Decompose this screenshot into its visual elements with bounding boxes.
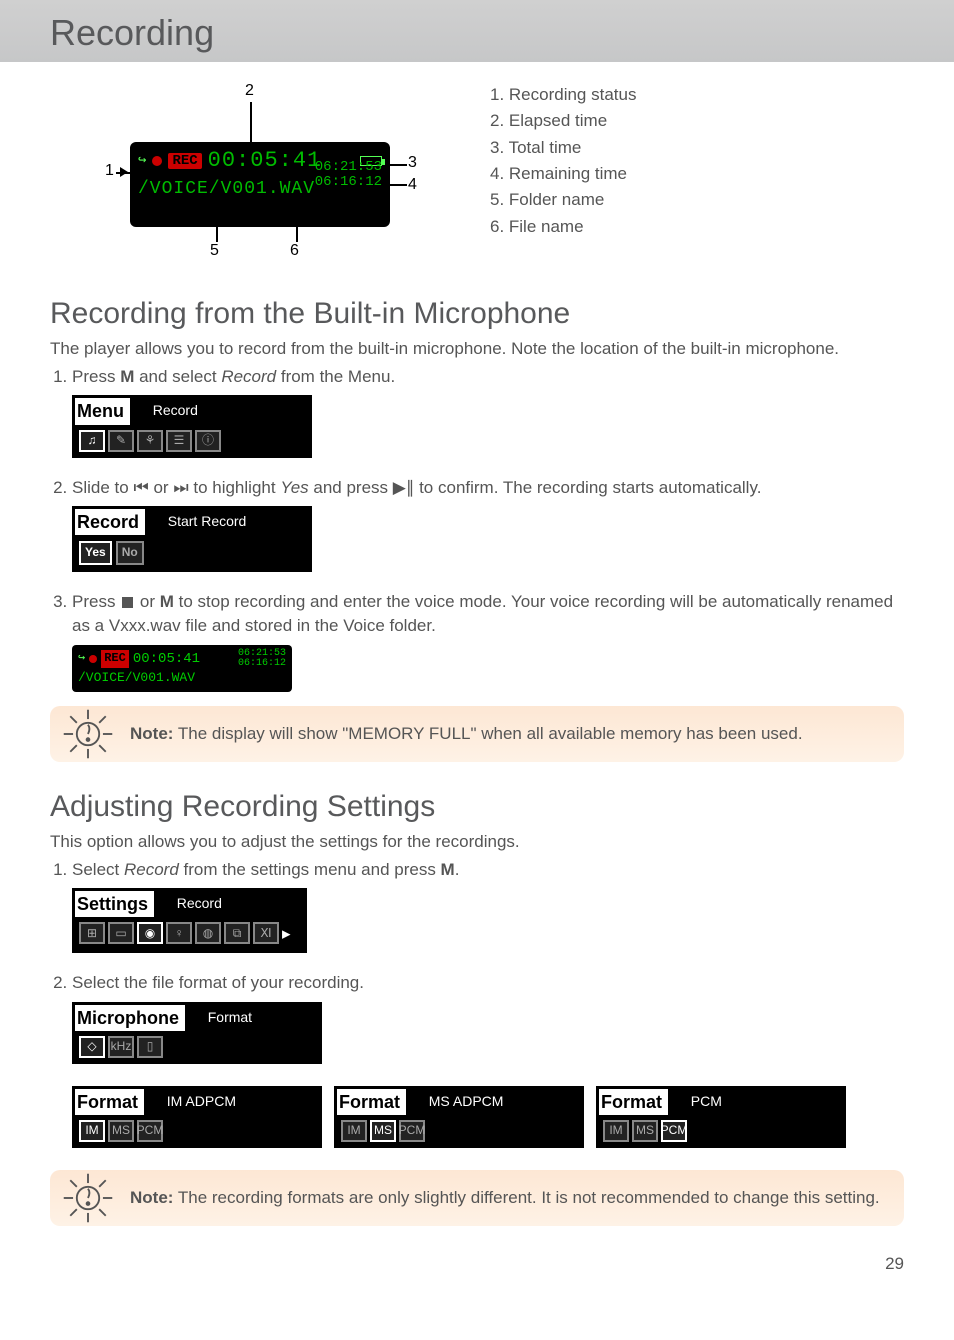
section-heading-adjust-settings: Adjusting Recording Settings	[50, 790, 904, 824]
format-value: IM ADPCM	[149, 1089, 242, 1113]
total-time: 06:21:53	[315, 160, 382, 175]
callout-3: 3	[408, 154, 417, 172]
status-diagram-row: 2 1 3 4 5 6 ↪ REC 00:05:41	[50, 82, 904, 272]
settings-icon: ◍	[195, 922, 221, 944]
mic-format-icon: ◇	[79, 1036, 105, 1058]
step-1: Press M and select Record from the Menu.…	[72, 365, 904, 466]
callout-5: 5	[210, 242, 219, 260]
callout-1: 1	[105, 162, 114, 180]
section-intro: The player allows you to record from the…	[50, 337, 904, 361]
format-value: PCM	[673, 1089, 728, 1113]
format-tab: Format	[75, 1089, 144, 1117]
record-dot-icon	[152, 156, 162, 166]
format-pcm: Format PCM IM MS PCM	[596, 1086, 846, 1148]
format-icon-im: IM	[79, 1120, 105, 1142]
settings-tab-value: Record	[159, 891, 228, 915]
menu-icon: ⚘	[137, 430, 163, 452]
lcd-screen: ↪ REC 00:05:41 06:21:53 06:16:12 /VOICE/…	[130, 142, 390, 227]
menu-icon: ⓘ	[195, 430, 221, 452]
mic-format-icon: kHz	[108, 1036, 134, 1058]
more-icon: ▸	[282, 922, 291, 947]
menu-icon: ♫	[79, 430, 105, 452]
elapsed-time: 00:05:41	[208, 148, 322, 173]
format-icon-ms: MS	[370, 1120, 396, 1142]
remaining-time: 06:16:12	[315, 175, 382, 190]
note-format: Note: The recording formats are only sli…	[50, 1170, 904, 1226]
format-icon-ms: MS	[108, 1120, 134, 1142]
callout-2: 2	[245, 82, 254, 100]
next-icon: ⏭	[173, 478, 188, 497]
format-icon-ms: MS	[632, 1120, 658, 1142]
legend-item: 4. Remaining time	[490, 161, 636, 187]
format-icon-pcm: PCM	[661, 1120, 687, 1142]
settings-icon: ◉	[137, 922, 163, 944]
menu-mini-lcd: Menu Record ♫ ✎ ⚘ ☰ ⓘ	[72, 395, 312, 457]
record-tab-value: Start Record	[150, 509, 253, 533]
no-option: No	[116, 541, 144, 564]
lcd-diagram: 2 1 3 4 5 6 ↪ REC 00:05:41	[50, 82, 430, 272]
format-value: MS ADPCM	[411, 1089, 510, 1113]
legend-item: 2. Elapsed time	[490, 108, 636, 134]
menu-tab: Menu	[75, 398, 130, 426]
rec-badge: REC	[168, 153, 201, 169]
record-mini-lcd: Record Start Record Yes No	[72, 506, 312, 571]
settings-icon: Ⅺ	[253, 922, 279, 944]
microphone-tab: Microphone	[75, 1005, 185, 1033]
note-memory-full: Note: The display will show "MEMORY FULL…	[50, 706, 904, 762]
format-icon-pcm: PCM	[399, 1120, 425, 1142]
legend-list: 1. Recording status 2. Elapsed time 3. T…	[490, 82, 636, 240]
menu-icon: ✎	[108, 430, 134, 452]
legend-item: 1. Recording status	[490, 82, 636, 108]
microphone-tab-value: Format	[190, 1005, 258, 1029]
settings-icon: ⊞	[79, 922, 105, 944]
settings-icon: ▭	[108, 922, 134, 944]
step-2b: Select the file format of your recording…	[72, 971, 904, 1156]
menu-icon: ☰	[166, 430, 192, 452]
yes-option: Yes	[79, 541, 112, 564]
section-intro-2: This option allows you to adjust the set…	[50, 830, 904, 854]
record-tab: Record	[75, 509, 145, 537]
format-options-row: Format IM ADPCM IM MS PCM Format MS ADPC…	[72, 1080, 904, 1156]
previous-icon: ⏮	[133, 478, 148, 497]
callout-4: 4	[408, 176, 417, 194]
format-icon-pcm: PCM	[137, 1120, 163, 1142]
step-2: Slide to ⏮ or ⏭ to highlight Yes and pre…	[72, 476, 904, 580]
settings-mini-lcd: Settings Record ⊞ ▭ ◉ ♀ ◍ ⧉ Ⅺ ▸	[72, 888, 307, 953]
format-icon-im: IM	[603, 1120, 629, 1142]
step-1b: Select Record from the settings menu and…	[72, 858, 904, 961]
format-tab: Format	[337, 1089, 406, 1117]
format-msadpcm: Format MS ADPCM IM MS PCM	[334, 1086, 584, 1148]
legend-item: 6. File name	[490, 214, 636, 240]
play-pause-icon: ▶∥	[393, 478, 415, 497]
sun-tip-icon	[60, 1170, 116, 1226]
settings-icon: ⧉	[224, 922, 250, 944]
legend-item: 5. Folder name	[490, 187, 636, 213]
step-3: Press or M to stop recording and enter t…	[72, 590, 904, 692]
stop-icon	[122, 597, 133, 608]
page-number: 29	[0, 1254, 954, 1274]
microphone-mini-lcd: Microphone Format ◇ kHz ▯	[72, 1002, 322, 1064]
settings-icon: ♀	[166, 922, 192, 944]
format-icon-im: IM	[341, 1120, 367, 1142]
format-tab: Format	[599, 1089, 668, 1117]
format-imadpcm: Format IM ADPCM IM MS PCM	[72, 1086, 322, 1148]
settings-tab: Settings	[75, 891, 154, 919]
callout-6: 6	[290, 242, 299, 260]
menu-tab-value: Record	[135, 398, 204, 422]
mic-format-icon: ▯	[137, 1036, 163, 1058]
page-title: Recording	[0, 0, 954, 62]
sun-tip-icon	[60, 706, 116, 762]
legend-item: 3. Total time	[490, 135, 636, 161]
section-heading-builtin-mic: Recording from the Built-in Microphone	[50, 297, 904, 331]
lcd-small: ↪ REC 00:05:41 06:21:5306:16:12 /VOICE/V…	[72, 645, 292, 692]
